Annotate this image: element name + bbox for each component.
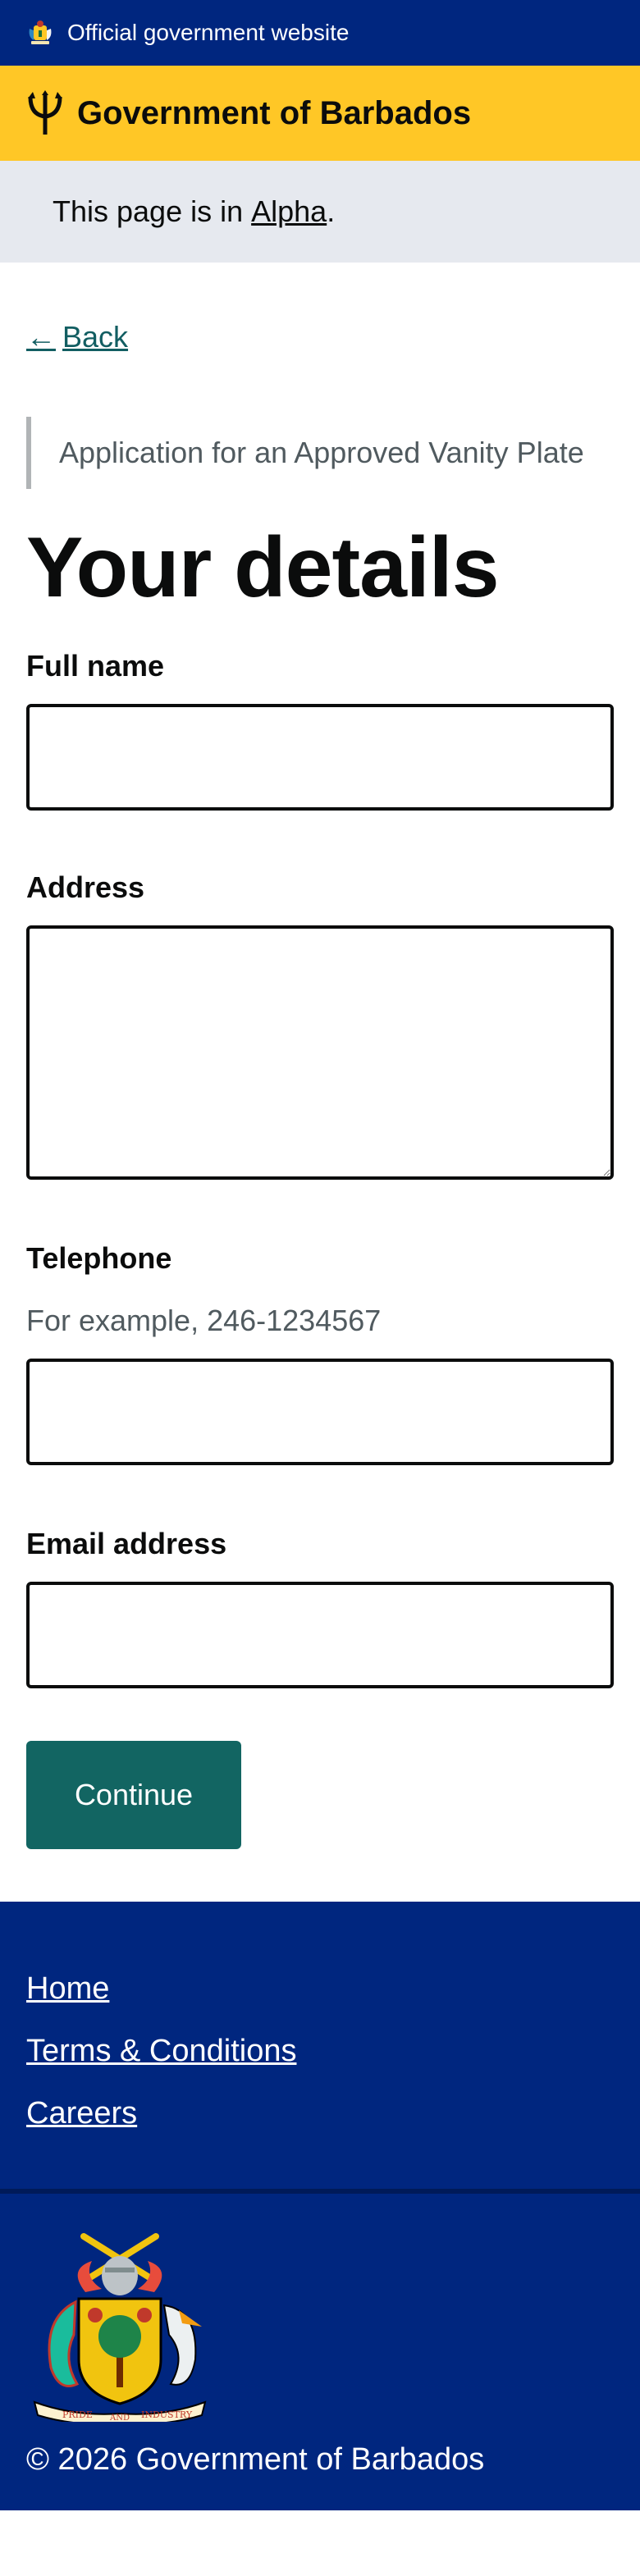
telephone-hint: For example, 246-1234567 xyxy=(26,1304,382,1337)
telephone-label: Telephone xyxy=(26,1241,172,1275)
site-header: Official government website Government o… xyxy=(0,0,640,263)
crest-motto-and: AND xyxy=(109,2414,130,2422)
back-link[interactable]: ← Back xyxy=(26,320,128,354)
address-input[interactable] xyxy=(26,925,614,1180)
footer-link-careers[interactable]: Careers xyxy=(26,2082,614,2144)
copyright-text: © 2026 Government of Barbados xyxy=(26,2442,485,2477)
full-name-group: Full name xyxy=(26,646,614,811)
back-label: Back xyxy=(62,320,129,354)
continue-button[interactable]: Continue xyxy=(26,1741,241,1849)
footer-bottom: PRIDE AND INDUSTRY © 2026 Government of … xyxy=(0,2194,640,2510)
official-website-text: Official government website xyxy=(67,20,350,45)
phase-banner: This page is in Alpha . xyxy=(0,161,640,263)
crest-motto-industry: INDUSTRY xyxy=(141,2409,193,2420)
address-label: Address xyxy=(26,870,145,904)
coat-of-arms-icon xyxy=(29,21,52,44)
crest-motto-pride: PRIDE xyxy=(62,2409,93,2420)
email-group: Email address xyxy=(26,1524,614,1688)
email-label: Email address xyxy=(26,1527,227,1560)
brand-name: Government of Barbados xyxy=(77,94,472,131)
telephone-group: Telephone For example, 246-1234567 xyxy=(26,1239,614,1465)
trident-icon xyxy=(28,90,62,135)
footer-link-home[interactable]: Home xyxy=(26,1957,614,2020)
footer-link-terms[interactable]: Terms & Conditions xyxy=(26,2020,614,2082)
phase-prefix: This page is in xyxy=(53,194,252,228)
main-content: ← Back Application for an Approved Vanit… xyxy=(0,263,640,1849)
telephone-input[interactable] xyxy=(26,1359,614,1465)
phase-link-alpha[interactable]: Alpha xyxy=(251,194,327,229)
form-caption: Application for an Approved Vanity Plate xyxy=(26,417,601,489)
arrow-left-icon: ← xyxy=(26,320,56,354)
official-banner: Official government website xyxy=(0,0,640,66)
site-footer: Home Terms & Conditions Careers PRIDE AN… xyxy=(0,1902,640,2510)
phase-suffix: . xyxy=(327,194,336,228)
email-input[interactable] xyxy=(26,1582,614,1688)
coat-of-arms-icon: PRIDE AND INDUSTRY xyxy=(33,2233,207,2425)
address-group: Address xyxy=(26,868,614,1180)
brand-bar: Government of Barbados xyxy=(0,66,640,161)
footer-nav: Home Terms & Conditions Careers xyxy=(0,1902,640,2189)
full-name-input[interactable] xyxy=(26,704,614,811)
full-name-label: Full name xyxy=(26,649,165,683)
page-title: Your details xyxy=(26,520,500,615)
